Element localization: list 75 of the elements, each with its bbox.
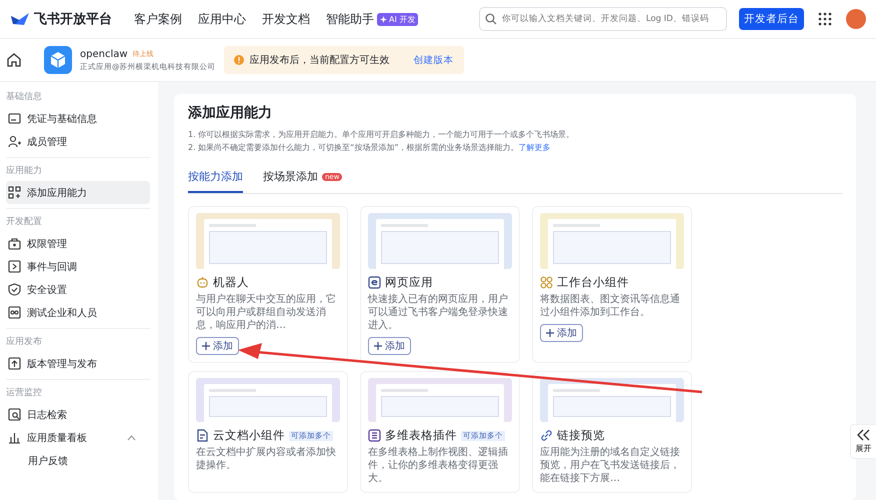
log-icon [8, 408, 21, 421]
card-title: 机器人 [213, 275, 249, 290]
learn-more-link[interactable]: 了解更多 [518, 143, 550, 152]
chart-icon [8, 431, 21, 444]
add-button[interactable]: 添加 [368, 337, 411, 355]
page-title: 添加应用能力 [188, 104, 273, 122]
bird-logo-icon [10, 11, 30, 27]
notice-text: 应用发布后，当前配置方可生效 [250, 54, 390, 67]
note-text: 2. 如果尚不确定需要添加什么能力，可切换至“按场景添加”，根据所需的业务场景选择能力。了解更多 [188, 142, 552, 154]
sidebar-item[interactable]: 用户反馈 [6, 449, 150, 472]
sidebar-item[interactable]: 测试企业和人员 [6, 301, 150, 324]
card-description: 将数据图表、图文资讯等信息通过小组件添加到工作台。 [540, 293, 681, 319]
warning-icon [234, 55, 244, 65]
event-icon [8, 260, 21, 273]
plus-icon [202, 342, 210, 350]
sidebar-item[interactable]: 凭证与基础信息 [6, 107, 150, 130]
add-button[interactable]: 添加 [540, 324, 583, 342]
apps-grid-icon[interactable] [818, 12, 832, 26]
plus-icon [546, 329, 554, 337]
sidebar-group-title: 基础信息 [6, 90, 42, 104]
sidebar-item[interactable]: 版本管理与发布 [6, 352, 150, 375]
test-icon [8, 306, 21, 319]
lock-icon [8, 237, 21, 250]
person-icon [8, 135, 21, 148]
avatar[interactable] [846, 9, 866, 29]
add-button[interactable]: 添加 [196, 337, 239, 355]
link-icon [540, 429, 553, 442]
sidebar-item[interactable]: 应用质量看板 [6, 426, 150, 449]
robot-icon [196, 276, 209, 289]
create-version-link[interactable]: 创建版本 [414, 54, 454, 66]
brand-name[interactable]: 飞书开放平台 [34, 10, 112, 28]
card-description: 在多维表格上制作视图、逻辑插件，让你的多维表格变得更强大。 [368, 446, 509, 485]
card-description: 应用能为注册的域名自定义链接预览，用户在飞书发送链接后，能在链接下方展… [540, 446, 681, 485]
sidebar-item[interactable]: 权限管理 [6, 232, 150, 255]
ai-badge: AI 开发 [377, 12, 418, 26]
nav-link[interactable]: 应用中心 [198, 10, 246, 28]
card-title: 多维表格插件 [385, 428, 457, 443]
plus-icon [374, 342, 382, 350]
card-title: 云文档小组件 [213, 428, 285, 443]
sparkle-icon [380, 16, 387, 22]
nav-link[interactable]: 客户案例 [134, 10, 182, 28]
card-description: 与用户在聊天中交互的应用，它可以向用户或群组自动发送消息，响应用户的消… [196, 293, 337, 332]
tab[interactable]: 按能力添加 [188, 164, 243, 193]
sidebar-item[interactable]: 添加应用能力 [6, 181, 150, 204]
sidebar-item[interactable]: 安全设置 [6, 278, 150, 301]
sidebar-item[interactable]: 事件与回调 [6, 255, 150, 278]
sidebar-item[interactable]: 成员管理 [6, 130, 150, 153]
card-title: 网页应用 [385, 275, 433, 290]
shield-icon [8, 283, 21, 296]
nav-link[interactable]: 智能助手 AI 开发 [326, 10, 418, 28]
sidebar-group-title: 应用能力 [6, 164, 42, 178]
sidebar-item[interactable]: 日志检索 [6, 403, 150, 426]
cube-app-icon [44, 46, 72, 74]
widget-icon [540, 276, 553, 289]
note-text: 1. 你可以根据实际需求，为应用开启能力。单个应用可开启多种能力，一个能力可用于一个或多个飞书场景。 [188, 129, 576, 141]
table-icon [368, 429, 381, 442]
sidebar-group-title: 运营监控 [6, 386, 42, 400]
app-name: openclaw [80, 48, 128, 60]
double-chevron-left-icon [856, 429, 870, 441]
card-title: 链接预览 [557, 428, 605, 443]
doc-icon [196, 429, 209, 442]
nav-link[interactable]: 开发文档 [262, 10, 310, 28]
upload-icon [8, 357, 21, 370]
search-field[interactable]: 你可以输入文档关键词、开发问题、Log ID、错误码 [479, 7, 727, 31]
sidebar-group-title: 开发配置 [6, 216, 42, 229]
card-description: 快速接入已有的网页应用，用户可以通过飞书客户端免登录快速进入。 [368, 293, 509, 332]
expand-button[interactable]: 展开 [850, 424, 876, 459]
card-icon [8, 112, 21, 125]
home-icon[interactable] [6, 52, 22, 68]
sidebar-group-title: 应用发布 [6, 336, 42, 349]
card-title: 工作台小组件 [557, 275, 629, 290]
grid-icon [8, 186, 21, 199]
developer-console-button[interactable]: 开发者后台 [739, 8, 804, 30]
card-description: 在云文档中扩展内容或者添加快捷操作。 [196, 446, 337, 472]
web-icon [368, 276, 381, 289]
